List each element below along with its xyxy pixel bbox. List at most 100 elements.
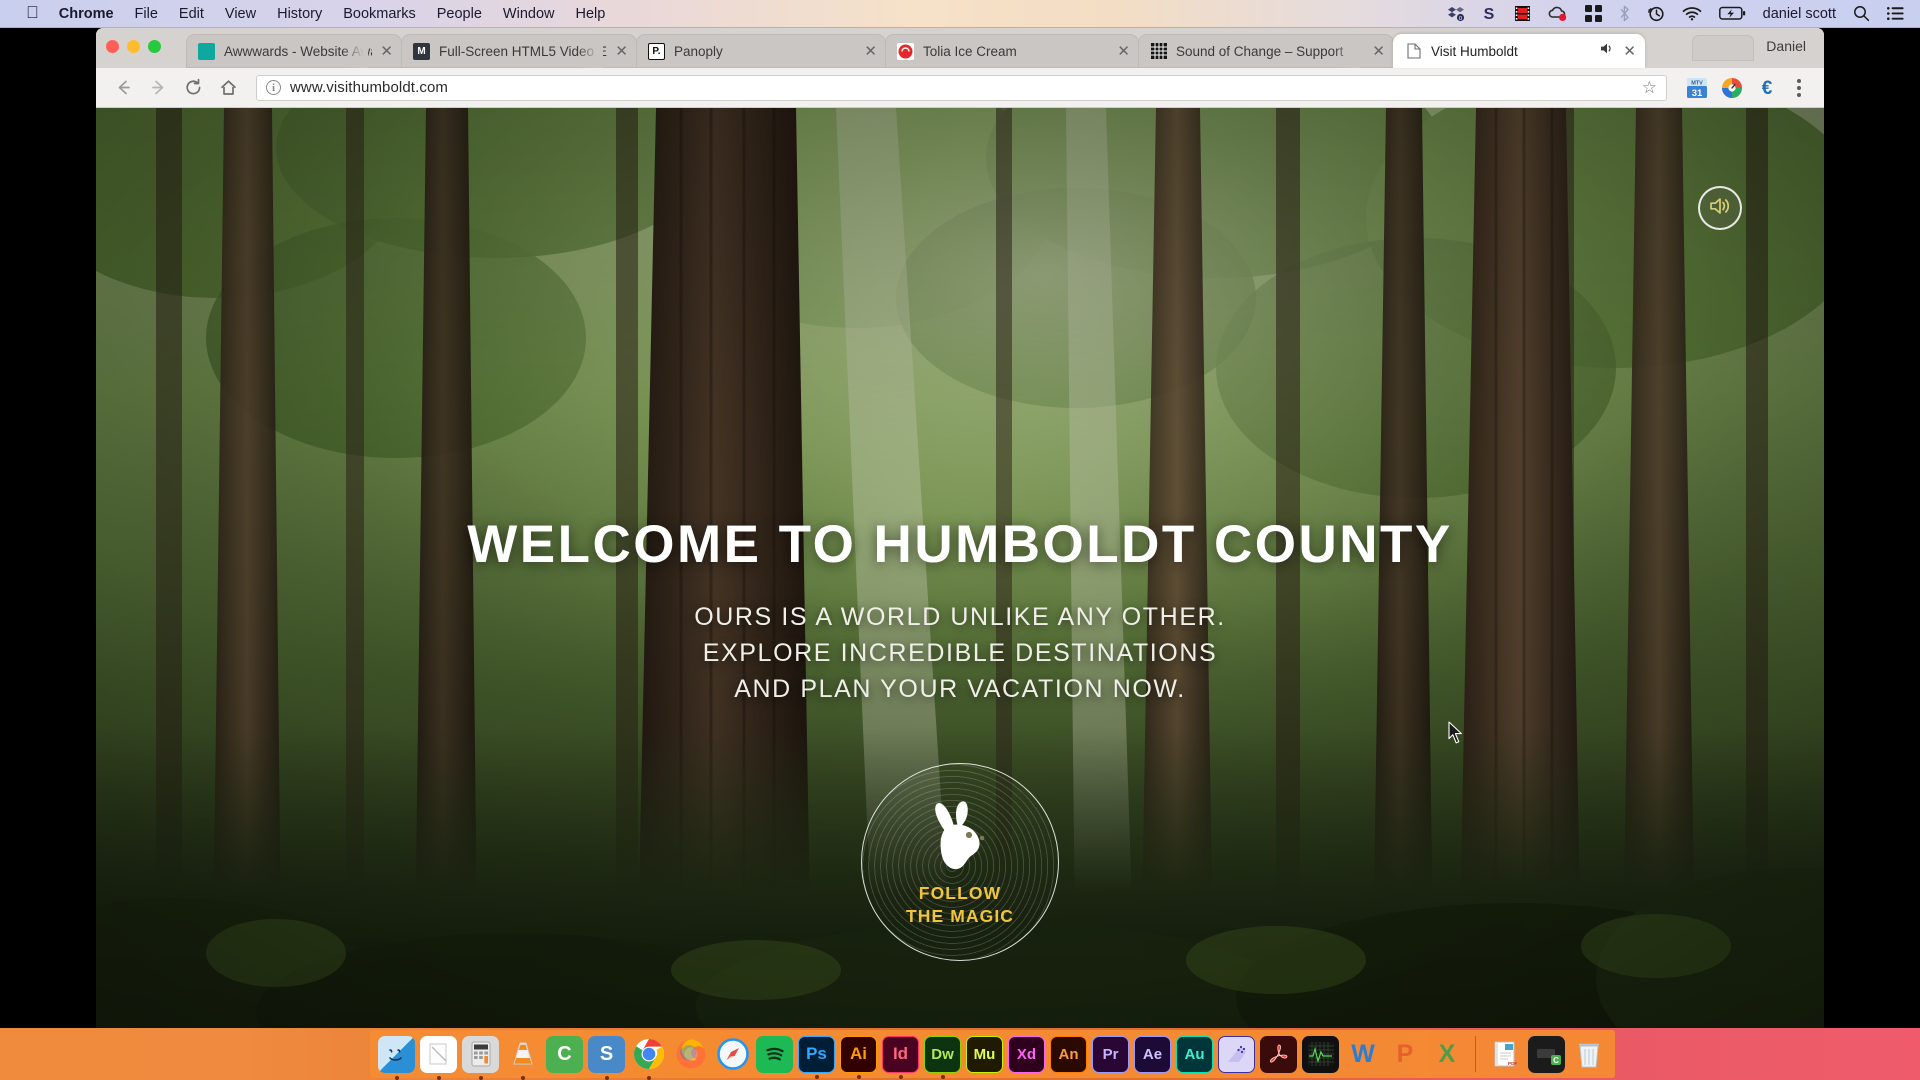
browser-tab-sound-of-change[interactable]: Sound of Change – Support ✕: [1138, 34, 1394, 68]
search-icon[interactable]: [1853, 4, 1870, 24]
dock-item-illustrator[interactable]: Ai: [840, 1035, 877, 1079]
close-tab-button[interactable]: ✕: [864, 44, 877, 59]
browser-tab-awwwards[interactable]: Awwwards - Website Award ✕: [186, 34, 402, 68]
chrome-browser-window: Awwwards - Website Award ✕ M Full-Screen…: [96, 28, 1824, 1028]
menu-item-file[interactable]: File: [135, 6, 158, 22]
close-tab-button[interactable]: ✕: [615, 44, 628, 59]
dock-item-google-chrome[interactable]: [630, 1036, 667, 1080]
mac-dock: C S Ps Ai Id Dw Mu Xd An Pr Ae Au W P X …: [370, 1030, 1615, 1080]
menu-item-chrome[interactable]: Chrome: [59, 6, 114, 22]
dock-item-finder[interactable]: [378, 1035, 415, 1080]
menu-item-window[interactable]: Window: [503, 6, 555, 22]
close-tab-button[interactable]: ✕: [1623, 44, 1636, 59]
euro-extension-icon[interactable]: €: [1752, 73, 1782, 103]
svg-text:X: X: [1438, 1040, 1455, 1068]
dock-item-microsoft-word[interactable]: W: [1344, 1036, 1381, 1073]
dock-item-external-drive[interactable]: C: [1528, 1035, 1565, 1073]
browser-tab-panoply[interactable]: P. Panoply ✕: [636, 34, 886, 68]
time-machine-icon[interactable]: [1647, 4, 1665, 24]
back-arrow-icon[interactable]: [108, 73, 138, 103]
svg-text:0: 0: [1459, 16, 1462, 22]
dock-item-safari[interactable]: [714, 1036, 751, 1073]
address-bar[interactable]: i www.visithumboldt.com ☆: [256, 74, 1667, 101]
dropbox-icon[interactable]: 0: [1447, 4, 1465, 24]
svg-text:PDF: PDF: [1508, 1061, 1517, 1066]
user-name-label[interactable]: daniel scott: [1763, 6, 1836, 22]
color-wheel-extension-icon[interactable]: [1717, 73, 1747, 103]
dock-label: Id: [892, 1044, 909, 1063]
skitch-icon[interactable]: S: [1482, 4, 1497, 24]
star-icon[interactable]: ☆: [1642, 78, 1657, 98]
browser-tab-visit-humboldt[interactable]: Visit Humboldt ✕: [1393, 34, 1645, 68]
dock-item-calculator[interactable]: [462, 1035, 499, 1080]
filmstrip-icon[interactable]: [1514, 4, 1531, 24]
close-tab-button[interactable]: ✕: [1372, 44, 1385, 59]
svg-text:C: C: [1553, 1056, 1559, 1065]
dock-item-cleanmymac[interactable]: C: [546, 1035, 583, 1073]
forward-arrow-icon[interactable]: [143, 73, 173, 103]
apple-logo-icon[interactable]: : [26, 4, 39, 21]
dock-item-lightroom[interactable]: [1218, 1035, 1255, 1073]
profile-name-label[interactable]: Daniel: [1766, 38, 1806, 58]
dock-item-microsoft-powerpoint[interactable]: P: [1386, 1036, 1423, 1073]
creative-cloud-icon[interactable]: [1548, 4, 1568, 24]
menu-item-bookmarks[interactable]: Bookmarks: [343, 6, 416, 22]
dock-item-photoshop[interactable]: Ps: [798, 1035, 835, 1079]
dock-item-after-effects[interactable]: Ae: [1134, 1035, 1171, 1073]
dock-item-snagit[interactable]: S: [588, 1035, 625, 1080]
svg-text:€: €: [1762, 78, 1773, 99]
dock-item-muse[interactable]: Mu: [966, 1035, 1003, 1073]
red-circle-icon: [897, 42, 914, 60]
close-window-button[interactable]: [106, 40, 119, 53]
menu-item-edit[interactable]: Edit: [179, 6, 204, 22]
hero-subtitle: OURS IS A WORLD UNLIKE ANY OTHER. EXPLOR…: [694, 599, 1226, 707]
dock-item-audition[interactable]: Au: [1176, 1035, 1213, 1073]
dock-item-textedit[interactable]: [420, 1035, 457, 1080]
menu-item-people[interactable]: People: [437, 6, 482, 22]
info-circle-icon[interactable]: i: [266, 80, 281, 95]
dock-item-vlc[interactable]: [504, 1036, 541, 1080]
grid-apps-icon[interactable]: [1584, 4, 1602, 24]
dock-label: S: [599, 1042, 614, 1065]
browser-tab-fullscreen-video[interactable]: M Full-Screen HTML5 Video E ✕: [401, 34, 637, 68]
dock-label: Ps: [806, 1044, 827, 1063]
running-indicator: [898, 1074, 903, 1079]
new-tab-button[interactable]: [1692, 35, 1755, 61]
svg-text:31: 31: [1692, 87, 1703, 98]
home-icon[interactable]: [213, 73, 243, 103]
menu-bar-status-area: 0 S daniel scott: [1447, 4, 1920, 24]
kebab-menu-icon[interactable]: [1786, 73, 1812, 103]
dock-item-dreamweaver[interactable]: Dw: [924, 1035, 961, 1079]
menu-item-help[interactable]: Help: [575, 6, 605, 22]
dock-item-animate[interactable]: An: [1050, 1035, 1087, 1073]
dock-item-firefox[interactable]: [672, 1036, 709, 1073]
dock-item-trash[interactable]: [1570, 1036, 1607, 1073]
notification-center-icon[interactable]: [1887, 4, 1904, 24]
minimize-window-button[interactable]: [127, 40, 140, 53]
hero-subtitle-line-1: OURS IS A WORLD UNLIKE ANY OTHER.: [694, 603, 1226, 631]
menu-item-history[interactable]: History: [277, 6, 322, 22]
dock-item-spotify[interactable]: [756, 1035, 793, 1073]
browser-tab-tolia-ice-cream[interactable]: Tolia Ice Cream ✕: [885, 34, 1139, 68]
menu-item-view[interactable]: View: [225, 6, 256, 22]
dock-item-indesign[interactable]: Id: [882, 1035, 919, 1079]
wifi-icon[interactable]: [1682, 4, 1702, 24]
dock-item-audio-tool[interactable]: [1302, 1035, 1339, 1073]
reload-icon[interactable]: [178, 73, 208, 103]
maximize-window-button[interactable]: [148, 40, 161, 53]
bluetooth-icon[interactable]: [1619, 4, 1630, 24]
mobile-m-icon: M: [413, 42, 430, 60]
dock-item-microsoft-excel[interactable]: X: [1428, 1036, 1465, 1073]
dock-item-acrobat[interactable]: [1260, 1035, 1297, 1073]
close-tab-button[interactable]: ✕: [1117, 44, 1130, 59]
dock-item-premiere-pro[interactable]: Pr: [1092, 1035, 1129, 1073]
calendar-extension-icon[interactable]: MTV 31: [1682, 73, 1712, 103]
follow-the-magic-badge[interactable]: FOLLOW THE MAGIC: [861, 763, 1059, 961]
close-tab-button[interactable]: ✕: [380, 44, 393, 59]
tab-audio-playing-icon[interactable]: [1600, 42, 1615, 60]
svg-text:S: S: [1483, 6, 1494, 22]
dock-item-adobe-xd[interactable]: Xd: [1008, 1035, 1045, 1073]
dock-item-document-stack[interactable]: PDF: [1486, 1036, 1523, 1073]
address-bar-url[interactable]: www.visithumboldt.com: [290, 79, 448, 96]
battery-charging-icon[interactable]: [1718, 4, 1746, 24]
